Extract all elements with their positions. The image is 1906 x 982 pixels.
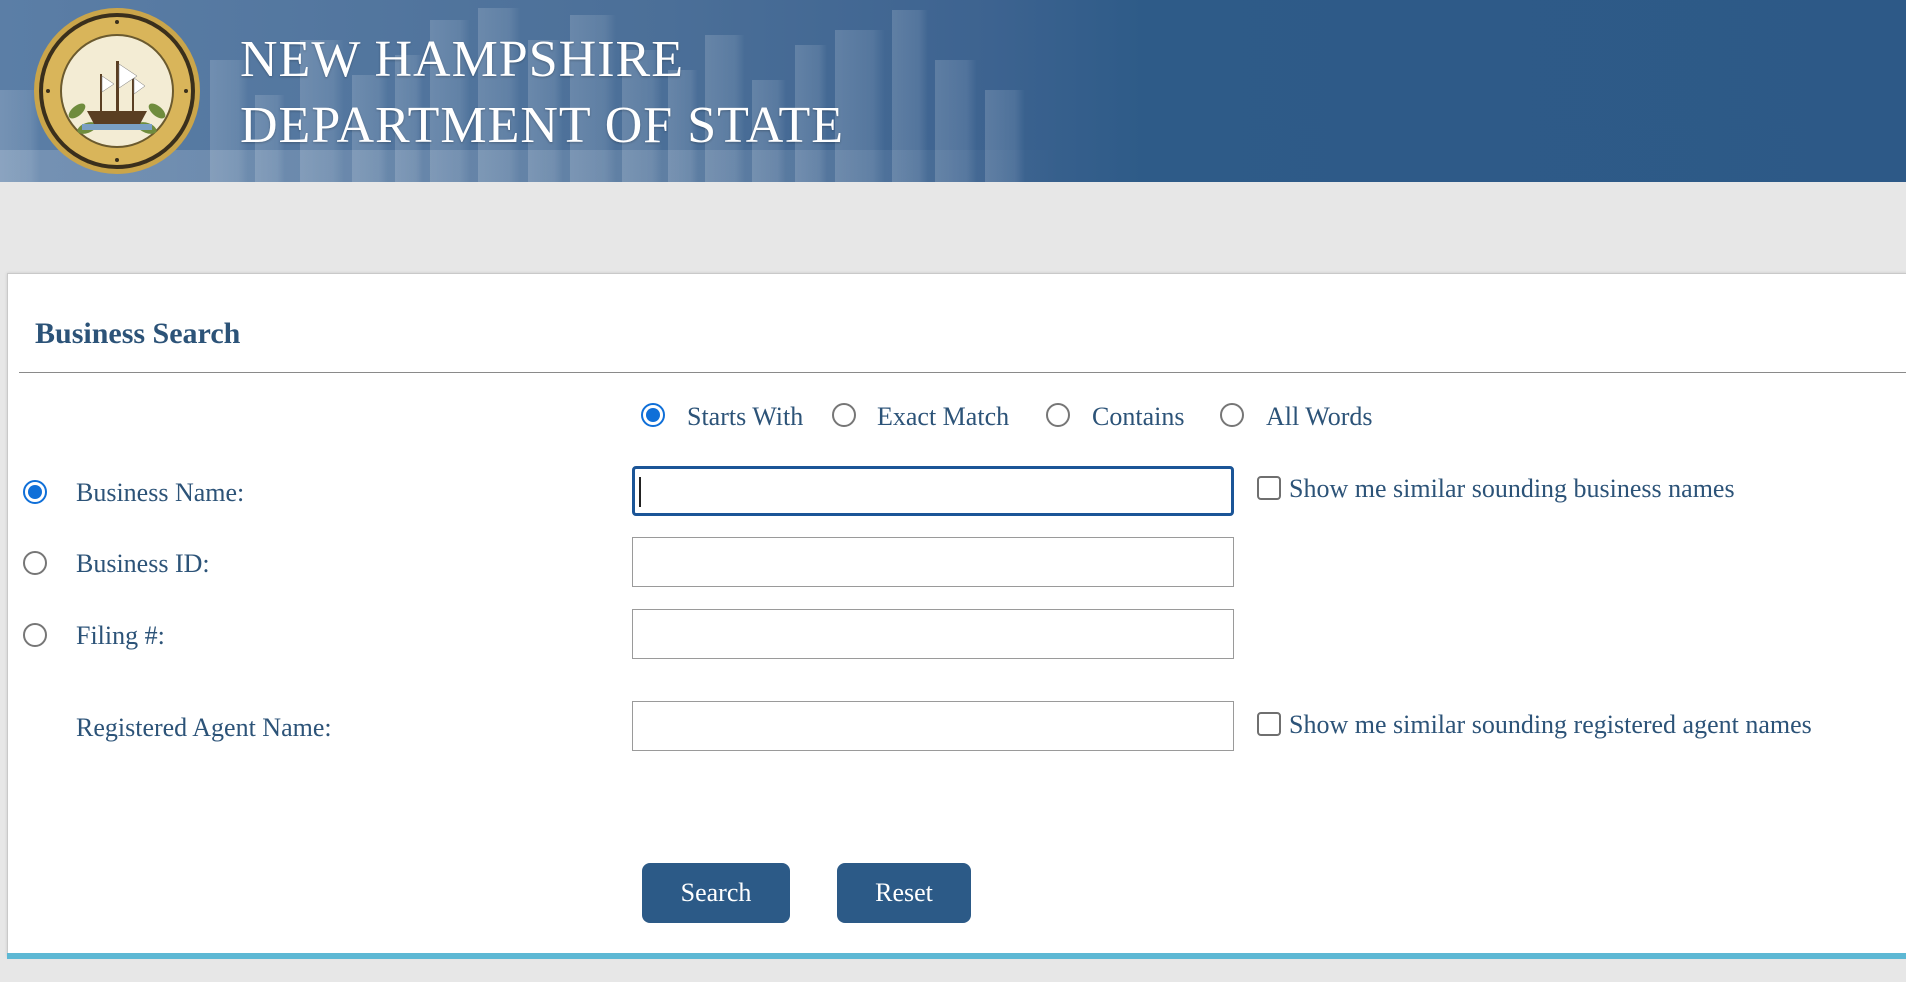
filing-number-input[interactable]	[632, 609, 1234, 659]
header-banner: NEW HAMPSHIRE DEPARTMENT OF STATE	[0, 0, 1906, 182]
radio-contains[interactable]	[1046, 403, 1070, 427]
radio-business-name[interactable]	[23, 480, 47, 504]
radio-business-id[interactable]	[23, 551, 47, 575]
reset-button[interactable]: Reset	[837, 863, 971, 923]
search-button[interactable]: Search	[642, 863, 790, 923]
similar-business-names-checkbox[interactable]	[1257, 476, 1281, 500]
text-caret	[639, 477, 641, 507]
radio-all-words[interactable]	[1220, 403, 1244, 427]
banner-title-line1: NEW HAMPSHIRE	[240, 31, 684, 88]
panel-accent-line	[7, 953, 1906, 959]
business-id-input[interactable]	[632, 537, 1234, 587]
registered-agent-input[interactable]	[632, 701, 1234, 751]
business-name-input[interactable]	[632, 466, 1234, 516]
radio-label-starts-with[interactable]: Starts With	[687, 404, 803, 430]
business-search-panel: Business Search Starts With Exact Match …	[7, 273, 1906, 957]
similar-agent-names-checkbox[interactable]	[1257, 712, 1281, 736]
section-divider	[19, 372, 1906, 373]
similar-business-names-label[interactable]: Show me similar sounding business names	[1289, 476, 1735, 502]
registered-agent-label: Registered Agent Name:	[76, 713, 332, 742]
radio-label-exact-match[interactable]: Exact Match	[877, 404, 1009, 430]
radio-filing-number[interactable]	[23, 623, 47, 647]
radio-starts-with[interactable]	[641, 403, 665, 427]
business-id-label: Business ID:	[76, 549, 210, 578]
radio-exact-match[interactable]	[832, 403, 856, 427]
banner-title-line2: DEPARTMENT OF STATE	[240, 97, 845, 154]
page-title: Business Search	[35, 317, 241, 350]
radio-label-all-words[interactable]: All Words	[1266, 404, 1373, 430]
similar-agent-names-label[interactable]: Show me similar sounding registered agen…	[1289, 712, 1812, 738]
radio-label-contains[interactable]: Contains	[1092, 404, 1184, 430]
state-seal-icon	[34, 8, 200, 174]
filing-number-label: Filing #:	[76, 621, 165, 650]
business-name-label: Business Name:	[76, 478, 245, 507]
